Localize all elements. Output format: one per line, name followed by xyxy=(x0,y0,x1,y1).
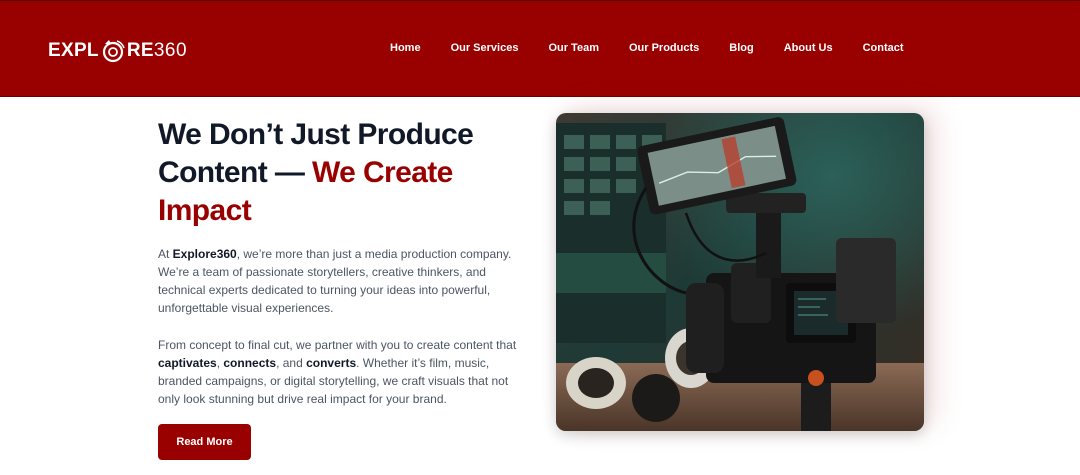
p1-brand-name: Explore360 xyxy=(172,247,237,261)
camera-rig-photo-icon xyxy=(556,113,924,431)
logo-text-suffix: RE xyxy=(126,40,154,61)
main-nav: Home Our Services Our Team Our Products … xyxy=(390,42,934,54)
site-header: EXPL RE 360 Home Our Services Our Team O… xyxy=(0,0,1080,97)
nav-our-products[interactable]: Our Products xyxy=(629,42,699,54)
p2-text-3: , and xyxy=(276,356,307,370)
hero-paragraph-intro: At Explore360, we’re more than just a me… xyxy=(158,245,528,317)
logo-text-number: 360 xyxy=(153,40,188,61)
hero-title-accent: We Create xyxy=(311,156,453,189)
nav-blog[interactable]: Blog xyxy=(729,42,753,54)
nav-home[interactable]: Home xyxy=(390,42,421,54)
hero-title: We Don’t Just Produce Content — We Creat… xyxy=(158,116,528,230)
nav-our-team[interactable]: Our Team xyxy=(548,42,599,54)
site-logo[interactable]: EXPL RE 360 xyxy=(48,38,187,64)
read-more-button[interactable]: Read More xyxy=(158,424,251,460)
p2-keyword-captivates: captivates xyxy=(158,356,217,370)
p2-text-1: From concept to final cut, we partner wi… xyxy=(158,338,517,352)
p2-keyword-connects: connects xyxy=(223,356,277,370)
hero-title-line3: Impact xyxy=(158,194,252,227)
hero-paragraph-process: From concept to final cut, we partner wi… xyxy=(158,336,528,408)
p1-text-1: At xyxy=(158,247,173,261)
nav-about-us[interactable]: About Us xyxy=(784,42,833,54)
nav-our-services[interactable]: Our Services xyxy=(451,42,519,54)
hero-image xyxy=(556,113,924,431)
nav-contact[interactable]: Contact xyxy=(863,42,904,54)
hero-title-line1: We Don’t Just Produce xyxy=(158,118,474,151)
hero-title-line2: Content — xyxy=(158,156,312,189)
logo-text-prefix: EXPL xyxy=(48,40,99,61)
p2-keyword-converts: converts xyxy=(306,356,357,370)
logo-lens-icon xyxy=(102,40,125,63)
